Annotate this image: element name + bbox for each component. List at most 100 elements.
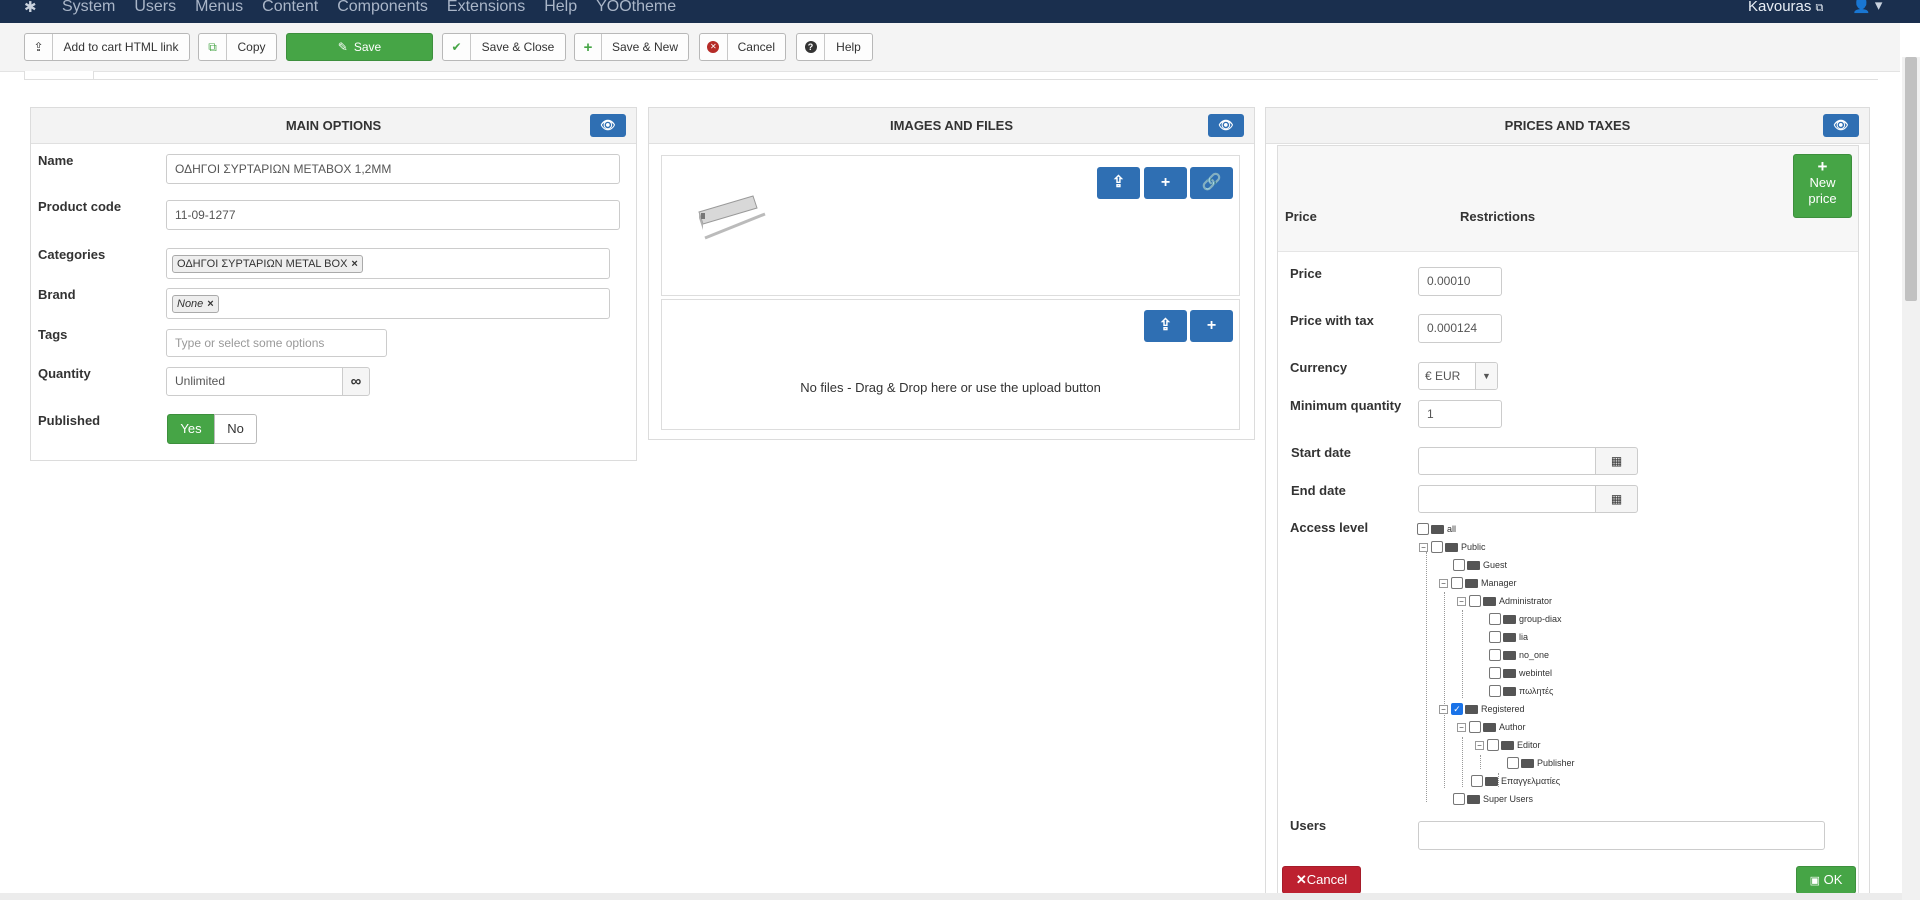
tree-node[interactable]: no_one	[1489, 648, 1549, 662]
tree-node[interactable]: lia	[1489, 630, 1528, 644]
user-menu-icon[interactable]: 👤 ▾	[1852, 0, 1882, 14]
published-yes-button[interactable]: Yes	[167, 414, 215, 444]
minimum-quantity-input[interactable]: 1	[1418, 400, 1502, 428]
collapse-icon[interactable]: −	[1457, 596, 1466, 606]
published-no-button[interactable]: No	[214, 414, 257, 444]
tree-checkbox[interactable]	[1453, 559, 1465, 571]
tree-node[interactable]: − Manager	[1439, 576, 1517, 590]
menu-extensions[interactable]: Extensions	[447, 0, 525, 16]
add-to-cart-link-button[interactable]: ⇪ Add to cart HTML link	[24, 33, 190, 61]
tags-input[interactable]: Type or select some options	[166, 329, 387, 357]
tree-node[interactable]: Guest	[1453, 558, 1507, 572]
upload-icon: ⇪	[1158, 317, 1173, 334]
folder-open-icon	[1465, 704, 1478, 714]
upload-image-button[interactable]: ⇪	[1097, 167, 1140, 199]
infinity-icon[interactable]: ∞	[342, 367, 370, 396]
tree-checkbox[interactable]	[1489, 649, 1501, 661]
product-thumbnail[interactable]	[695, 190, 771, 246]
tree-node[interactable]: − ✓ Registered	[1439, 702, 1525, 716]
link-image-button[interactable]: 🔗	[1190, 167, 1233, 199]
save-button[interactable]: ✎ Save	[286, 33, 433, 61]
price-with-tax-label: Price with tax	[1290, 313, 1374, 328]
categories-select[interactable]: ΟΔΗΓΟΙ ΣΥΡΤΑΡΙΩΝ METAL BOX ×	[166, 248, 610, 279]
tree-checkbox[interactable]	[1471, 775, 1483, 787]
eye-icon[interactable]: 👁	[590, 114, 626, 137]
menu-content[interactable]: Content	[262, 0, 318, 16]
tree-checkbox[interactable]	[1417, 523, 1429, 535]
tree-node[interactable]: πωλητές	[1489, 684, 1553, 698]
add-file-button[interactable]: +	[1190, 310, 1233, 342]
remove-icon[interactable]: ×	[351, 258, 357, 270]
tree-checkbox[interactable]	[1489, 631, 1501, 643]
active-tab-fragment[interactable]	[24, 71, 94, 80]
start-date-input[interactable]	[1418, 447, 1596, 475]
menu-menus[interactable]: Menus	[195, 0, 243, 16]
price-ok-button[interactable]: ▣ OK	[1796, 866, 1856, 894]
quantity-input[interactable]: Unlimited	[166, 367, 343, 396]
new-price-button[interactable]: + New price	[1793, 154, 1852, 218]
tree-node[interactable]: group-diax	[1489, 612, 1562, 626]
admin-menu: System Users Menus Content Components Ex…	[62, 0, 676, 16]
new-price-label: New price	[1808, 175, 1837, 206]
scrollbar-thumb[interactable]	[1905, 57, 1917, 301]
cancel-button[interactable]: ✕ Cancel	[699, 33, 786, 61]
site-link[interactable]: Kavouras ⧉	[1748, 0, 1823, 15]
save-new-button[interactable]: + Save & New	[574, 33, 689, 61]
vertical-scrollbar[interactable]	[1902, 57, 1920, 900]
check-icon: ✔	[443, 34, 471, 60]
tree-checkbox[interactable]	[1469, 721, 1481, 733]
name-input[interactable]: ΟΔΗΓΟΙ ΣΥΡΤΑΡΙΩΝ METABOX 1,2MM	[166, 154, 620, 184]
save-close-button[interactable]: ✔ Save & Close	[442, 33, 566, 61]
eye-icon[interactable]: 👁	[1208, 114, 1244, 137]
calendar-icon[interactable]: ▦	[1595, 447, 1638, 475]
menu-users[interactable]: Users	[134, 0, 176, 16]
menu-system[interactable]: System	[62, 0, 115, 16]
eye-icon[interactable]: 👁	[1823, 114, 1859, 137]
copy-button[interactable]: ⧉ Copy	[198, 33, 277, 61]
remove-icon[interactable]: ×	[207, 298, 213, 310]
collapse-icon[interactable]: −	[1439, 578, 1448, 588]
menu-help[interactable]: Help	[544, 0, 577, 16]
currency-select[interactable]: € EUR ▼	[1418, 362, 1498, 390]
tree-node[interactable]: − Editor	[1475, 738, 1541, 752]
tree-checkbox[interactable]	[1453, 793, 1465, 805]
tree-checkbox[interactable]	[1507, 757, 1519, 769]
tree-node[interactable]: webintel	[1489, 666, 1552, 680]
upload-file-button[interactable]: ⇪	[1144, 310, 1187, 342]
tree-checkbox-checked[interactable]: ✓	[1451, 703, 1463, 715]
tree-checkbox[interactable]	[1451, 577, 1463, 589]
tree-node[interactable]: Super Users	[1453, 792, 1533, 806]
collapse-icon[interactable]: −	[1457, 722, 1466, 732]
calendar-icon[interactable]: ▦	[1595, 485, 1638, 513]
product-code-input[interactable]: 11-09-1277	[166, 200, 620, 230]
tree-checkbox[interactable]	[1487, 739, 1499, 751]
tree-checkbox[interactable]	[1469, 595, 1481, 607]
tree-node[interactable]: − Public	[1419, 540, 1486, 554]
end-date-input[interactable]	[1418, 485, 1596, 513]
help-button[interactable]: ? Help	[796, 33, 873, 61]
menu-yootheme[interactable]: YOOtheme	[596, 0, 676, 16]
collapse-icon[interactable]: −	[1475, 740, 1484, 750]
price-input[interactable]: 0.00010	[1418, 267, 1502, 296]
tree-checkbox[interactable]	[1489, 613, 1501, 625]
tree-node[interactable]: − Administrator	[1457, 594, 1552, 608]
folder-icon	[1521, 758, 1534, 768]
brand-select[interactable]: None ×	[166, 288, 610, 319]
menu-components[interactable]: Components	[337, 0, 428, 16]
add-image-button[interactable]: +	[1144, 167, 1187, 199]
collapse-icon[interactable]: −	[1419, 542, 1428, 552]
collapse-icon[interactable]: −	[1439, 704, 1448, 714]
price-cancel-button[interactable]: ✕Cancel	[1282, 866, 1361, 894]
tree-node[interactable]: Publisher	[1507, 756, 1575, 770]
price-with-tax-input[interactable]: 0.000124	[1418, 314, 1502, 343]
tree-checkbox[interactable]	[1431, 541, 1443, 553]
tree-node[interactable]: − Author	[1457, 720, 1526, 734]
joomla-logo-icon[interactable]: ✱	[24, 0, 42, 18]
tree-checkbox[interactable]	[1489, 667, 1501, 679]
tree-node[interactable]: all	[1417, 522, 1456, 536]
site-name: Kavouras	[1748, 0, 1812, 15]
users-input[interactable]	[1418, 821, 1825, 850]
tree-checkbox[interactable]	[1489, 685, 1501, 697]
horizontal-scrollbar[interactable]	[0, 893, 1902, 900]
tree-node[interactable]: Επαγγελματίες	[1471, 774, 1560, 788]
